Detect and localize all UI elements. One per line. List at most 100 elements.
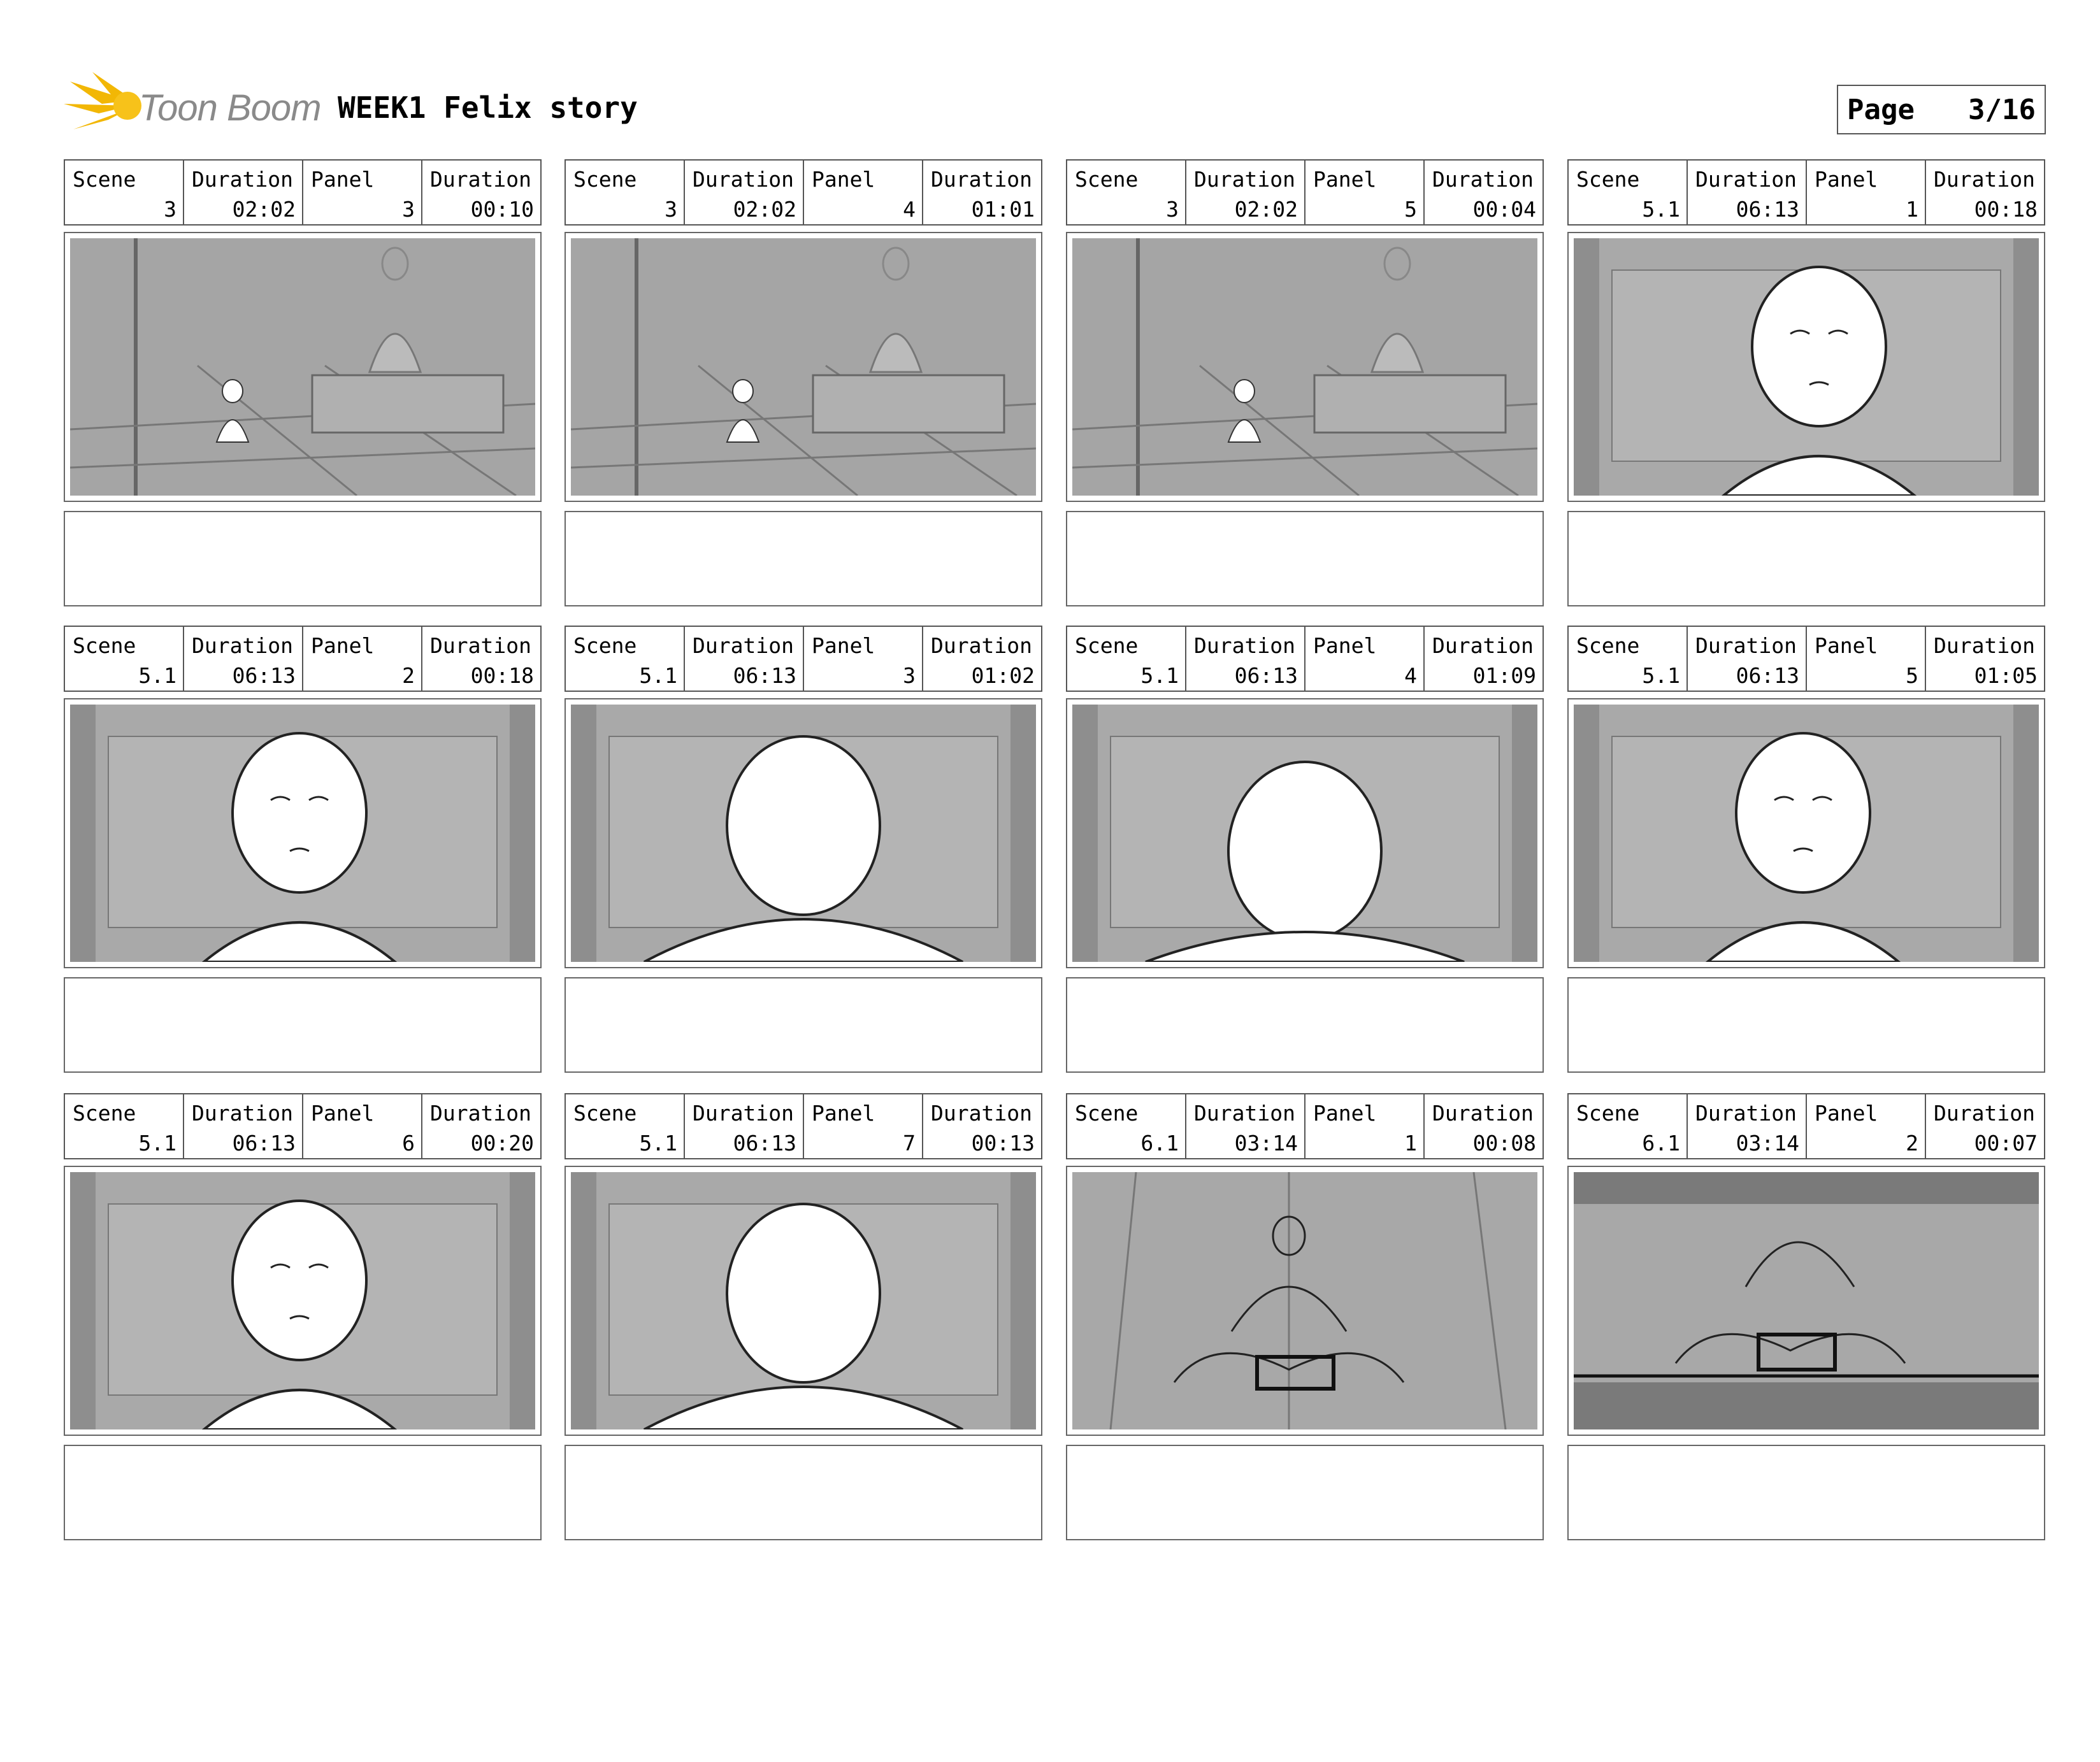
scene-duration-cell: Duration 06:13 [184,1094,303,1158]
duration-label: Duration [1695,167,1797,192]
page-number: 3/16 [1968,93,2036,126]
duration-label: Duration [1432,167,1534,192]
panel-cell: Panel 3 [804,627,923,691]
scene-duration-cell: Duration 06:13 [685,627,804,691]
scene-duration-cell: Duration 02:02 [1186,161,1305,224]
panel-image [1066,232,1544,502]
panel-label: Panel [311,633,375,658]
panel-number: 5 [1404,197,1417,222]
panel-image [1066,698,1544,968]
scene-label: Scene [1075,167,1139,192]
panel-image [64,232,542,502]
scene-label: Scene [573,633,637,658]
panel-info-bar: Scene 6.1 Duration 03:14 Panel 1 Duratio… [1066,1093,1544,1159]
panel-duration-cell: Duration 00:20 [422,1094,540,1158]
panel-cell: Panel 1 [1807,161,1926,224]
panel-duration-cell: Duration 00:18 [422,627,540,691]
panel-notes [1066,977,1544,1073]
duration-label: Duration [693,167,794,192]
duration-label: Duration [931,167,1032,192]
scene-duration-cell: Duration 06:13 [1688,161,1807,224]
duration-label: Duration [931,633,1032,658]
storyboard-panel: Scene 5.1 Duration 06:13 Panel 6 Duratio… [64,1093,542,1762]
scene-duration: 06:13 [1736,663,1799,688]
scene-label: Scene [1576,1101,1640,1126]
scene-cell: Scene 5.1 [1569,161,1688,224]
panel-info-bar: Scene 5.1 Duration 06:13 Panel 7 Duratio… [565,1093,1042,1159]
duration-label: Duration [693,633,794,658]
panel-info-bar: Scene 5.1 Duration 06:13 Panel 5 Duratio… [1567,626,2045,692]
scene-duration: 06:13 [1234,663,1298,688]
storyboard-panel: Scene 5.1 Duration 06:13 Panel 7 Duratio… [565,1093,1042,1762]
panel-notes [1567,1445,2045,1540]
panel-cell: Panel 4 [1305,627,1425,691]
panel-duration-cell: Duration 00:07 [1926,1094,2044,1158]
panel-duration: 01:02 [971,663,1035,688]
scene-duration: 06:13 [733,1131,796,1156]
panel-cell: Panel 7 [804,1094,923,1158]
panel-label: Panel [1815,1101,1878,1126]
panel-duration-cell: Duration 01:02 [923,627,1041,691]
duration-label: Duration [1194,633,1295,658]
scene-duration-cell: Duration 02:02 [184,161,303,224]
scene-duration-cell: Duration 02:02 [685,161,804,224]
panel-label: Panel [1313,633,1377,658]
duration-label: Duration [1194,1101,1295,1126]
duration-label: Duration [1934,633,2035,658]
panel-label: Panel [1815,633,1878,658]
panel-number: 7 [903,1131,916,1156]
page-label: Page [1847,93,1915,126]
scene-number: 3 [164,197,176,222]
storyboard-panel: Scene 6.1 Duration 03:14 Panel 1 Duratio… [1066,1093,1544,1762]
duration-label: Duration [430,1101,531,1126]
duration-label: Duration [693,1101,794,1126]
scene-duration: 06:13 [1736,197,1799,222]
panel-notes [64,511,542,606]
panel-duration-cell: Duration 00:04 [1425,161,1543,224]
panel-label: Panel [311,1101,375,1126]
scene-number: 3 [665,197,677,222]
scene-cell: Scene 3 [65,161,184,224]
panel-info-bar: Scene 5.1 Duration 06:13 Panel 3 Duratio… [565,626,1042,692]
panel-label: Panel [812,633,875,658]
scene-cell: Scene 5.1 [1569,627,1688,691]
scene-label: Scene [1075,1101,1139,1126]
duration-label: Duration [1695,633,1797,658]
scene-duration-cell: Duration 03:14 [1186,1094,1305,1158]
duration-label: Duration [192,633,293,658]
storyboard-panel: Scene 6.1 Duration 03:14 Panel 2 Duratio… [1567,1093,2045,1762]
panel-duration: 00:18 [470,663,534,688]
duration-label: Duration [430,633,531,658]
page-indicator: Page 3/16 [1837,85,2046,134]
panel-duration: 01:05 [1974,663,2038,688]
panel-label: Panel [1313,167,1377,192]
duration-label: Duration [430,167,531,192]
scene-duration: 06:13 [733,663,796,688]
panel-duration: 00:04 [1472,197,1536,222]
panel-number: 3 [903,663,916,688]
panel-image [1567,698,2045,968]
panel-cell: Panel 3 [303,161,422,224]
scene-duration-cell: Duration 06:13 [1688,627,1807,691]
panel-image [64,698,542,968]
panel-image [565,698,1042,968]
scene-cell: Scene 5.1 [566,627,685,691]
panel-duration-cell: Duration 00:08 [1425,1094,1543,1158]
scene-number: 6.1 [1642,1131,1680,1156]
panel-notes [64,977,542,1073]
panel-number: 5 [1906,663,1918,688]
scene-duration: 03:14 [1736,1131,1799,1156]
panel-duration-cell: Duration 00:10 [422,161,540,224]
scene-duration: 02:02 [733,197,796,222]
duration-label: Duration [1695,1101,1797,1126]
panel-duration-cell: Duration 00:18 [1926,161,2044,224]
scene-label: Scene [1576,167,1640,192]
panel-cell: Panel 4 [804,161,923,224]
scene-label: Scene [73,1101,136,1126]
panel-duration-cell: Duration 01:09 [1425,627,1543,691]
panel-duration-cell: Duration 00:13 [923,1094,1041,1158]
panel-duration: 00:13 [971,1131,1035,1156]
panel-number: 3 [402,197,415,222]
panel-image [1567,232,2045,502]
panel-duration: 00:18 [1974,197,2038,222]
